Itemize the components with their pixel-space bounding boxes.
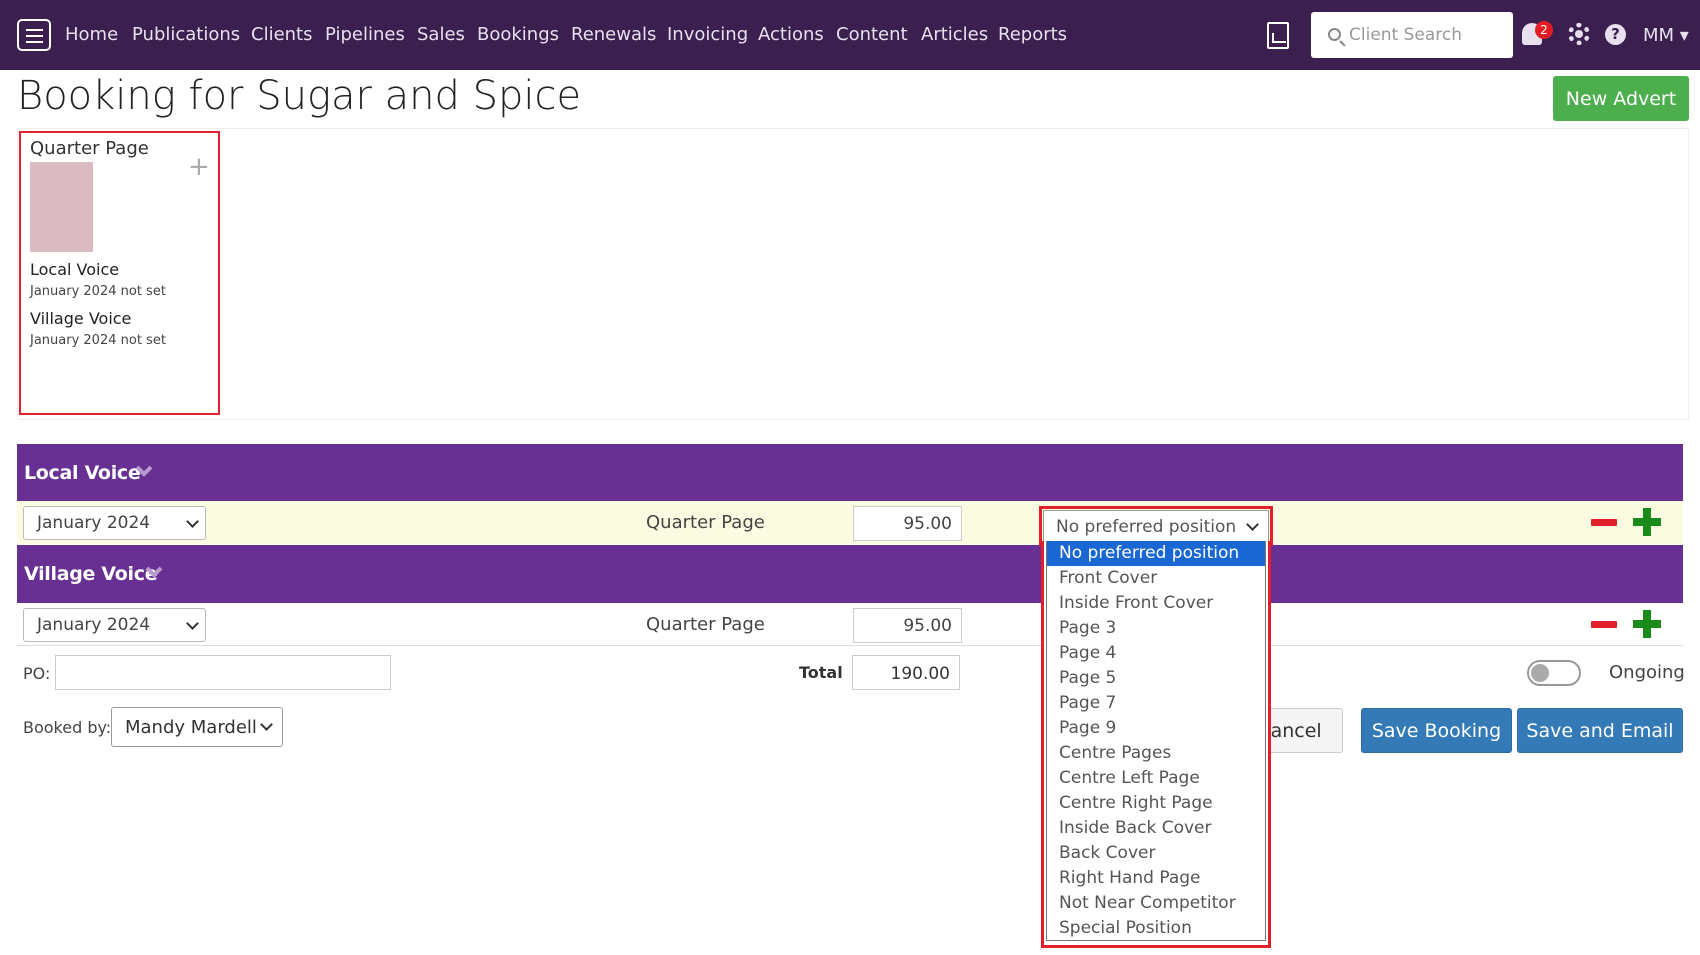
position-select[interactable]: No preferred position xyxy=(1043,510,1269,544)
search-icon xyxy=(1328,28,1341,41)
card-publication-name: Village Voice xyxy=(30,309,132,328)
top-nav: Home Publications Clients Pipelines Sale… xyxy=(0,0,1700,70)
position-option[interactable]: Page 9 xyxy=(1047,716,1265,741)
nav-articles[interactable]: Articles xyxy=(921,24,988,45)
position-option[interactable]: No preferred position xyxy=(1047,541,1265,566)
nav-clients[interactable]: Clients xyxy=(251,24,313,45)
po-label: PO: xyxy=(23,664,51,683)
advert-size-title: Quarter Page xyxy=(30,138,149,159)
add-icon[interactable] xyxy=(1633,508,1661,536)
position-option[interactable]: Inside Front Cover xyxy=(1047,591,1265,616)
price-input[interactable]: 95.00 xyxy=(853,506,962,541)
save-booking-button[interactable]: Save Booking xyxy=(1361,708,1512,753)
advert-panel xyxy=(17,128,1689,420)
position-value: No preferred position xyxy=(1056,517,1237,537)
position-option[interactable]: Page 5 xyxy=(1047,666,1265,691)
section-header-local-voice[interactable]: Local Voice xyxy=(17,444,1683,502)
gear-icon[interactable] xyxy=(1568,23,1590,45)
nav-invoicing[interactable]: Invoicing xyxy=(667,24,748,45)
position-option[interactable]: Centre Left Page xyxy=(1047,766,1265,791)
chevron-down-icon xyxy=(1246,518,1259,531)
plus-icon[interactable]: + xyxy=(188,154,210,180)
total-label: Total xyxy=(799,663,843,682)
remove-icon[interactable] xyxy=(1591,519,1617,526)
advert-thumbnail xyxy=(30,162,93,252)
report-image-icon[interactable] xyxy=(1267,22,1289,49)
card-publication-name: Local Voice xyxy=(30,260,120,279)
section-title: Local Voice xyxy=(24,462,141,484)
price-input[interactable]: 95.00 xyxy=(853,608,962,643)
nav-home[interactable]: Home xyxy=(65,24,118,45)
menu-icon[interactable] xyxy=(17,19,51,51)
month-value: January 2024 xyxy=(37,513,151,533)
section-header-village-voice[interactable]: Village Voice xyxy=(17,545,1683,603)
booked-by-value: Mandy Mardell xyxy=(125,717,257,738)
nav-pipelines[interactable]: Pipelines xyxy=(325,24,405,45)
month-value: January 2024 xyxy=(37,615,151,635)
chevron-down-icon[interactable] xyxy=(145,563,163,581)
advert-card[interactable]: Quarter Page + Local Voice January 2024 … xyxy=(19,131,220,415)
section-title: Village Voice xyxy=(24,563,158,585)
booking-row: January 2024 Quarter Page 95.00 xyxy=(17,603,1683,646)
position-option[interactable]: Inside Back Cover xyxy=(1047,816,1265,841)
position-option[interactable]: Not Near Competitor xyxy=(1047,891,1265,916)
nav-actions[interactable]: Actions xyxy=(758,24,824,45)
ad-size-label: Quarter Page xyxy=(646,512,765,533)
card-publication-status: January 2024 not set xyxy=(30,284,166,299)
po-input[interactable] xyxy=(55,655,391,690)
month-select[interactable]: January 2024 xyxy=(23,608,206,642)
nav-publications[interactable]: Publications xyxy=(132,24,240,45)
nav-bookings[interactable]: Bookings xyxy=(477,24,559,45)
booked-by-select[interactable]: Mandy Mardell xyxy=(111,707,283,747)
position-option[interactable]: Back Cover xyxy=(1047,841,1265,866)
nav-content[interactable]: Content xyxy=(836,24,908,45)
position-option[interactable]: Centre Right Page xyxy=(1047,791,1265,816)
help-icon[interactable]: ? xyxy=(1605,24,1626,45)
nav-renewals[interactable]: Renewals xyxy=(571,24,656,45)
new-advert-button[interactable]: New Advert xyxy=(1553,76,1689,121)
position-dropdown: No preferred position Front Cover Inside F… xyxy=(1041,541,1271,948)
booking-row: January 2024 Quarter Page 95.00 xyxy=(17,501,1683,544)
client-search xyxy=(1311,12,1513,58)
chevron-down-icon xyxy=(186,515,199,528)
nav-sales[interactable]: Sales xyxy=(417,24,465,45)
remove-icon[interactable] xyxy=(1591,621,1617,628)
chevron-down-icon[interactable] xyxy=(135,462,153,480)
position-option[interactable]: Special Position xyxy=(1047,916,1265,941)
card-publication-status: January 2024 not set xyxy=(30,333,166,348)
position-option[interactable]: Centre Pages xyxy=(1047,741,1265,766)
add-icon[interactable] xyxy=(1633,610,1661,638)
nav-reports[interactable]: Reports xyxy=(998,24,1067,45)
ongoing-label: Ongoing xyxy=(1609,662,1685,683)
user-menu[interactable]: MM ▾ xyxy=(1643,25,1689,46)
booked-by-label: Booked by: xyxy=(23,718,112,737)
client-search-input[interactable] xyxy=(1349,22,1499,48)
total-value: 190.00 xyxy=(852,655,960,690)
notification-badge: 2 xyxy=(1535,21,1553,39)
page-title: Booking for Sugar and Spice xyxy=(17,73,582,119)
chevron-down-icon xyxy=(186,617,199,630)
position-option[interactable]: Page 3 xyxy=(1047,616,1265,641)
position-option[interactable]: Front Cover xyxy=(1047,566,1265,591)
chevron-down-icon xyxy=(260,718,273,731)
save-and-email-button[interactable]: Save and Email xyxy=(1517,708,1683,753)
ad-size-label: Quarter Page xyxy=(646,614,765,635)
month-select[interactable]: January 2024 xyxy=(23,506,206,540)
position-option[interactable]: Page 7 xyxy=(1047,691,1265,716)
position-option[interactable]: Page 4 xyxy=(1047,641,1265,666)
ongoing-toggle[interactable] xyxy=(1527,660,1581,686)
position-options-list: No preferred position Front Cover Inside F… xyxy=(1046,541,1266,941)
position-option[interactable]: Right Hand Page xyxy=(1047,866,1265,891)
